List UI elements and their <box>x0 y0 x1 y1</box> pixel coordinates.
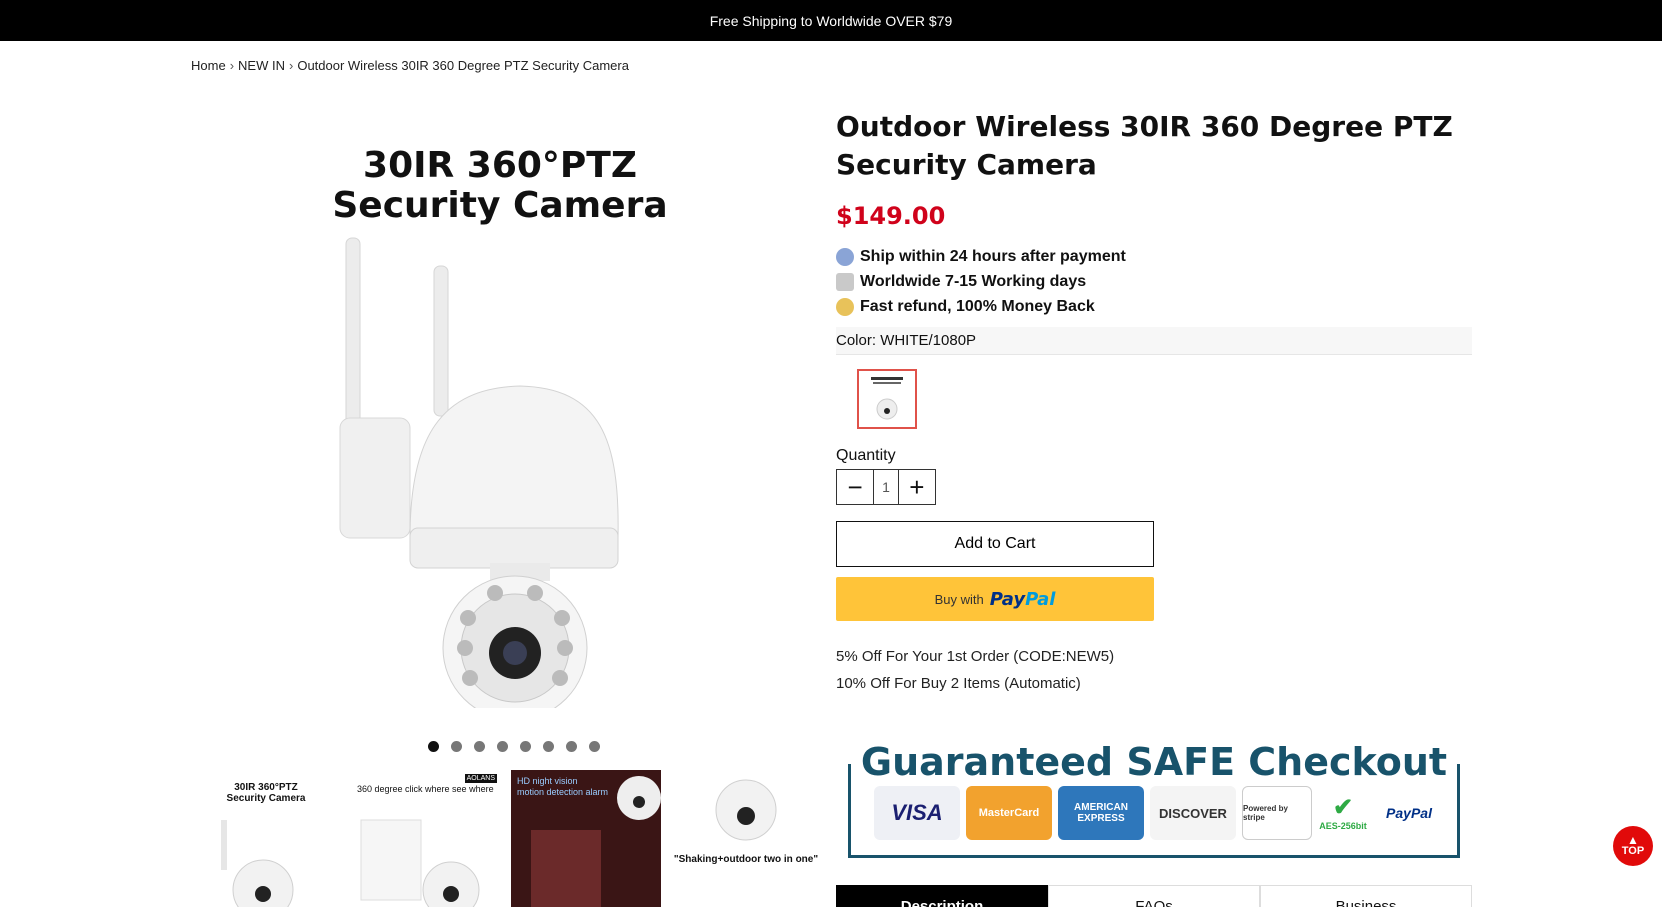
stripe-icon: Powered by stripe <box>1242 786 1312 840</box>
secure-shield-icon: ✔ AES-256bit <box>1318 786 1368 840</box>
promotions: 5% Off For Your 1st Order (CODE:NEW5) 10… <box>836 643 1472 697</box>
promo-first-order: 5% Off For Your 1st Order (CODE:NEW5) <box>836 648 1115 665</box>
breadcrumb-separator: › <box>229 58 235 73</box>
mastercard-icon: MasterCard <box>966 786 1052 840</box>
back-to-top-button[interactable]: ▲ TOP <box>1613 826 1653 866</box>
feature-list: Ship within 24 hours after payment World… <box>836 244 1472 319</box>
quantity-stepper: − 1 + <box>836 469 936 505</box>
breadcrumb-home[interactable]: Home <box>191 58 226 73</box>
thumbnail-caption: "Shaking+outdoor two in one" <box>673 854 819 865</box>
thumbnail[interactable]: 30IR 360°PTZ Security Camera <box>191 770 341 907</box>
add-to-cart-button[interactable]: Add to Cart <box>836 521 1154 567</box>
gallery-dot[interactable] <box>474 741 485 752</box>
product-tabs: Description FAQs Business <box>836 885 1472 907</box>
camera-icon <box>871 377 903 420</box>
gallery-dot[interactable] <box>566 741 577 752</box>
amex-icon: AMERICAN EXPRESS <box>1058 786 1144 840</box>
quantity-input[interactable]: 1 <box>873 470 899 504</box>
product-info: Outdoor Wireless 30IR 360 Degree PTZ Sec… <box>836 108 1472 697</box>
cart-icon <box>836 272 854 291</box>
paypal-logo: PayPal <box>989 588 1056 610</box>
chevron-up-icon: ▲ <box>1627 833 1639 847</box>
gallery-pagination <box>428 741 600 752</box>
visa-icon: VISA <box>874 786 960 840</box>
camera-icon <box>531 776 661 907</box>
announcement-text: Free Shipping to Worldwide OVER $79 <box>709 12 953 29</box>
buy-with-label: Buy with <box>934 591 984 607</box>
announcement-bar: Free Shipping to Worldwide OVER $79 <box>0 0 1662 41</box>
selected-color: WHITE/1080P <box>880 332 977 349</box>
product-price: $149.00 <box>836 202 946 230</box>
product-title: Outdoor Wireless 30IR 360 Degree PTZ Sec… <box>836 110 1453 181</box>
camera-illustration <box>339 237 619 708</box>
breadcrumb-current: Outdoor Wireless 30IR 360 Degree PTZ Sec… <box>297 58 629 73</box>
breadcrumb-separator: › <box>288 58 294 73</box>
tab-faqs[interactable]: FAQs <box>1048 885 1260 907</box>
safe-checkout-badge: Guaranteed SAFE Checkout VISA MasterCard… <box>848 740 1460 858</box>
product-main-image[interactable]: 30IR 360°PTZ Security Camera <box>300 108 700 708</box>
tab-description[interactable]: Description <box>836 885 1048 907</box>
gallery-dot[interactable] <box>543 741 554 752</box>
breadcrumb-category[interactable]: NEW IN <box>238 58 285 73</box>
safe-checkout-title: Guaranteed SAFE Checkout <box>860 740 1448 784</box>
promo-two-items: 10% Off For Buy 2 Items (Automatic) <box>836 675 1081 692</box>
discover-icon: DISCOVER <box>1150 786 1236 840</box>
tab-business[interactable]: Business <box>1260 885 1472 907</box>
gallery-dot[interactable] <box>451 741 462 752</box>
paypal-button[interactable]: Buy with PayPal <box>836 577 1154 621</box>
gallery-dot[interactable] <box>497 741 508 752</box>
gallery-dot[interactable] <box>520 741 531 752</box>
feature-refund: Fast refund, 100% Money Back <box>836 294 1472 319</box>
feature-delivery: Worldwide 7-15 Working days <box>836 269 1472 294</box>
breadcrumb: Home › NEW IN › Outdoor Wireless 30IR 36… <box>191 58 629 73</box>
thumbnail-strip: 30IR 360°PTZ Security Camera AOLANS 360 … <box>191 770 821 907</box>
color-swatch-white-1080p[interactable] <box>857 369 917 429</box>
paypal-icon: PayPal <box>1374 786 1444 840</box>
thumbnail[interactable]: AOLANS 360 degree click where see where <box>351 770 501 907</box>
thumbnail[interactable]: HD night vision motion detection alarm <box>511 770 661 907</box>
increase-quantity-button[interactable]: + <box>899 470 935 504</box>
truck-icon <box>836 247 854 266</box>
feature-shipping: Ship within 24 hours after payment <box>836 244 1472 269</box>
quantity-label: Quantity <box>836 447 896 464</box>
thumbnail[interactable]: "Shaking+outdoor two in one" <box>671 770 821 907</box>
camera-icon <box>221 820 294 907</box>
money-back-icon <box>836 297 854 316</box>
payment-cards: VISA MasterCard AMERICAN EXPRESS DISCOVE… <box>874 786 1444 840</box>
camera-icon <box>715 779 777 841</box>
camera-icon <box>360 819 480 907</box>
decrease-quantity-button[interactable]: − <box>837 470 873 504</box>
gallery-dot[interactable] <box>428 741 439 752</box>
color-selector-label: Color: WHITE/1080P <box>836 327 1472 355</box>
gallery-dot[interactable] <box>589 741 600 752</box>
